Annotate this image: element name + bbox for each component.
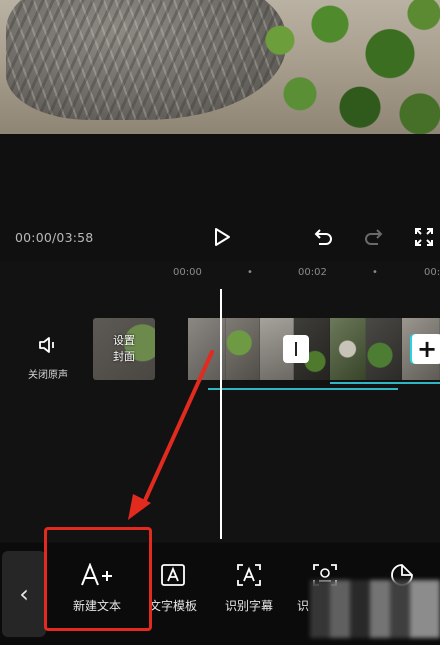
mute-label: 关闭原声 — [28, 370, 68, 381]
ruler-dot: • — [372, 267, 378, 278]
ruler-mark: 00:02 — [298, 267, 327, 278]
clip-frame — [226, 318, 260, 380]
fullscreen-button[interactable] — [410, 223, 438, 251]
audio-waveform-line — [330, 382, 440, 384]
clip-frame — [330, 318, 366, 380]
add-clip-button[interactable]: + — [412, 334, 440, 364]
ruler-mark: 00:0 — [424, 267, 440, 278]
recognize-subtitles-label: 识别字幕 — [224, 599, 273, 613]
time-ruler: 00:00 • 00:02 • 00:0 — [0, 262, 440, 284]
plus-icon: + — [416, 335, 438, 363]
playhead[interactable] — [220, 289, 222, 539]
mute-original-audio-button[interactable]: 关闭原声 — [22, 334, 74, 381]
video-clip-track[interactable] — [188, 318, 440, 380]
transition-icon — [295, 342, 297, 356]
playback-controls: 00:00/03:58 — [0, 214, 440, 260]
video-preview[interactable] — [0, 0, 440, 134]
audio-waveform-line — [208, 388, 398, 390]
chevron-left-icon: ‹ — [19, 580, 29, 608]
preview-foliage — [240, 0, 440, 134]
recognize-subtitles-button[interactable]: 识别字幕 — [209, 561, 289, 614]
play-button[interactable] — [208, 223, 236, 251]
play-icon — [215, 228, 230, 246]
back-button[interactable]: ‹ — [2, 551, 46, 637]
redo-icon — [365, 229, 383, 245]
redo-button[interactable] — [360, 223, 388, 251]
time-display: 00:00/03:58 — [15, 230, 94, 245]
watermark-blur — [310, 580, 440, 638]
cover-label-line1: 设置 — [113, 334, 135, 347]
fullscreen-icon — [415, 228, 433, 246]
clip-frame — [366, 318, 402, 380]
speaker-mute-icon — [39, 337, 54, 353]
timeline[interactable]: 00:00 • 00:02 • 00:0 关闭原声 设置 封面 + — [0, 262, 440, 542]
cover-label-line2: 封面 — [113, 350, 135, 363]
undo-icon — [314, 229, 332, 245]
set-cover-button[interactable]: 设置 封面 — [93, 318, 155, 380]
undo-button[interactable] — [309, 223, 337, 251]
recognize-subtitles-icon — [237, 564, 261, 586]
ruler-dot: • — [247, 267, 253, 278]
ruler-mark: 00:00 — [173, 267, 202, 278]
transition-button[interactable] — [283, 335, 309, 363]
highlight-box — [44, 527, 152, 631]
text-template-icon — [161, 564, 185, 586]
